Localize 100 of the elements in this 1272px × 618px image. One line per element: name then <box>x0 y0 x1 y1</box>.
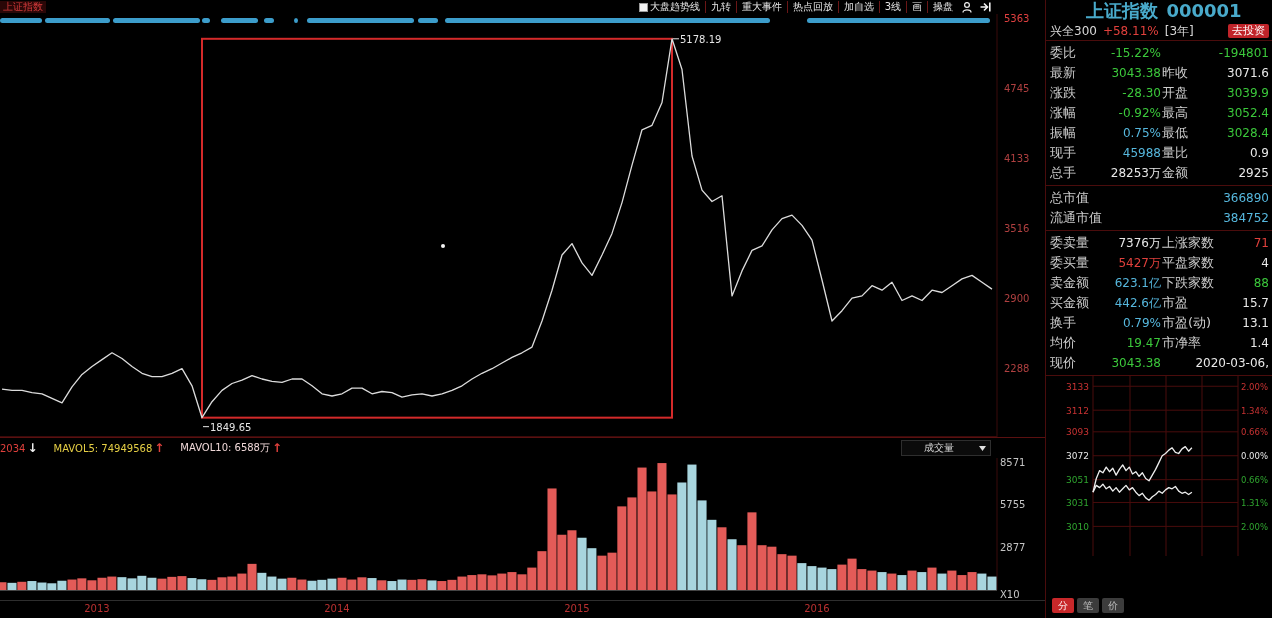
y-tick-label: 4745 <box>1004 83 1030 95</box>
volume-bar <box>767 546 777 590</box>
invest-button[interactable]: 去投资 <box>1228 24 1269 38</box>
volume-bar <box>907 570 917 590</box>
quote-label: 量比 <box>1162 144 1189 162</box>
volume-bar <box>377 580 387 590</box>
y-tick-label: 5363 <box>1004 14 1030 24</box>
y-tick-label: 3031 <box>1066 497 1089 508</box>
quote-label: 委比 <box>1050 44 1077 62</box>
volume-bar <box>137 575 147 590</box>
volume-bar <box>407 579 417 590</box>
quote-value: 45988 <box>1122 146 1162 160</box>
volume-bar <box>777 554 787 590</box>
quote-value: -15.22% <box>1110 46 1162 60</box>
quote-label: 上涨家数 <box>1162 234 1215 252</box>
volume-bar <box>337 577 347 590</box>
volume-bar <box>717 527 727 590</box>
quote-value: -0.92% <box>1118 106 1162 120</box>
volume-bar <box>567 530 577 590</box>
trend-line-toggle[interactable]: 大盘趋势线 <box>633 1 705 13</box>
volume-bar <box>57 580 67 590</box>
quote-label: 委买量 <box>1050 254 1090 272</box>
quote-label: 最高 <box>1162 104 1189 122</box>
volume-bar <box>327 578 337 590</box>
volume-bar <box>27 581 37 590</box>
quote-value: 15.7 <box>1242 296 1270 310</box>
arrow-right-bar-icon[interactable] <box>980 2 991 12</box>
percent-tick-label: 2.00% <box>1241 381 1268 392</box>
fund-return: +58.11% <box>1102 24 1159 38</box>
volume-bar <box>287 577 297 590</box>
unit-label: X10 <box>1000 590 1020 600</box>
volume-bar <box>297 579 307 590</box>
volume-bar <box>447 579 457 590</box>
period-tab[interactable]: 分 <box>1052 598 1074 613</box>
checkbox[interactable] <box>638 2 648 12</box>
toolbar-button[interactable]: 加自选 <box>837 1 879 13</box>
volume-bar <box>587 548 597 590</box>
volume-bar <box>227 576 237 590</box>
y-tick-label: 2288 <box>1004 362 1030 374</box>
toolbar-button[interactable]: 操盘 <box>927 1 958 13</box>
trend-arrow: ↑ <box>272 442 283 454</box>
y-tick-label: 2900 <box>1004 293 1030 305</box>
indicator-reading: MAVOL5: 74949568 <box>53 442 153 454</box>
quote-label: 市盈 <box>1162 294 1189 312</box>
period-tab[interactable]: 价 <box>1102 598 1124 613</box>
toolbar-button[interactable]: 重大事件 <box>735 1 787 13</box>
quote-label: 最低 <box>1162 124 1189 142</box>
volume-bar <box>477 574 487 590</box>
quote-value: 3052.4 <box>1227 106 1270 120</box>
quote-label: 买金额 <box>1050 294 1090 312</box>
price-annotation: 5178.19 <box>680 33 722 45</box>
quote-value: -194801 <box>1218 46 1270 60</box>
volume-bar <box>807 566 817 590</box>
volume-bar <box>787 555 797 590</box>
quote-label: 市净率 <box>1162 334 1202 352</box>
quote-value: 19.47 <box>1126 336 1162 350</box>
indicator-selector[interactable]: 成交量 <box>901 440 991 456</box>
volume-bar <box>827 569 837 590</box>
period-tab[interactable]: 笔 <box>1077 598 1099 613</box>
caret-down-icon <box>979 445 986 451</box>
volume-bar <box>427 580 437 590</box>
chart-title: 上证指数 <box>0 1 46 13</box>
dot-marker-icon <box>441 244 445 248</box>
volume-bar <box>187 578 197 590</box>
volume-bar <box>177 576 187 590</box>
quote-value: 3028.4 <box>1227 126 1270 140</box>
quote-value: 623.1亿 <box>1114 274 1162 292</box>
toolbar-button[interactable]: 九转 <box>704 1 736 13</box>
volume-bar <box>957 575 967 590</box>
volume-bar <box>317 579 327 590</box>
volume-bar <box>467 575 477 590</box>
quote-value: 7376万 <box>1118 234 1162 252</box>
x-tick-label: 2016 <box>804 603 830 614</box>
volume-bar <box>797 563 807 590</box>
y-tick-label: 3051 <box>1066 475 1089 486</box>
quote-value: 1.4 <box>1249 336 1270 350</box>
y-tick-label: 3133 <box>1066 381 1089 392</box>
volume-bar <box>487 575 497 590</box>
toolbar-button[interactable]: 画 <box>906 1 927 13</box>
volume-bar <box>577 537 587 590</box>
toolbar-button[interactable]: 热点回放 <box>786 1 838 13</box>
quote-label: 均价 <box>1050 334 1077 352</box>
person-icon[interactable] <box>962 1 972 13</box>
volume-bar <box>167 576 177 590</box>
volume-bar <box>507 572 517 590</box>
volume-bar <box>77 578 87 590</box>
x-tick-label: 2013 <box>84 603 110 614</box>
quote-value: 384752 <box>1223 211 1270 225</box>
quote-value: 2925 <box>1238 166 1270 180</box>
quote-value: 5427万 <box>1118 254 1162 272</box>
quote-value: 3039.9 <box>1227 86 1270 100</box>
volume-bar <box>897 575 907 590</box>
quote-value: 442.6亿 <box>1114 294 1162 312</box>
quote-value: 71 <box>1253 236 1270 250</box>
toolbar-button[interactable]: 3线 <box>878 1 906 13</box>
quote-label: 平盘家数 <box>1162 254 1215 272</box>
volume-bar <box>707 519 717 590</box>
volume-bar <box>207 579 217 590</box>
volume-bar <box>127 578 137 590</box>
fund-name: 兴全300 <box>1050 22 1097 40</box>
